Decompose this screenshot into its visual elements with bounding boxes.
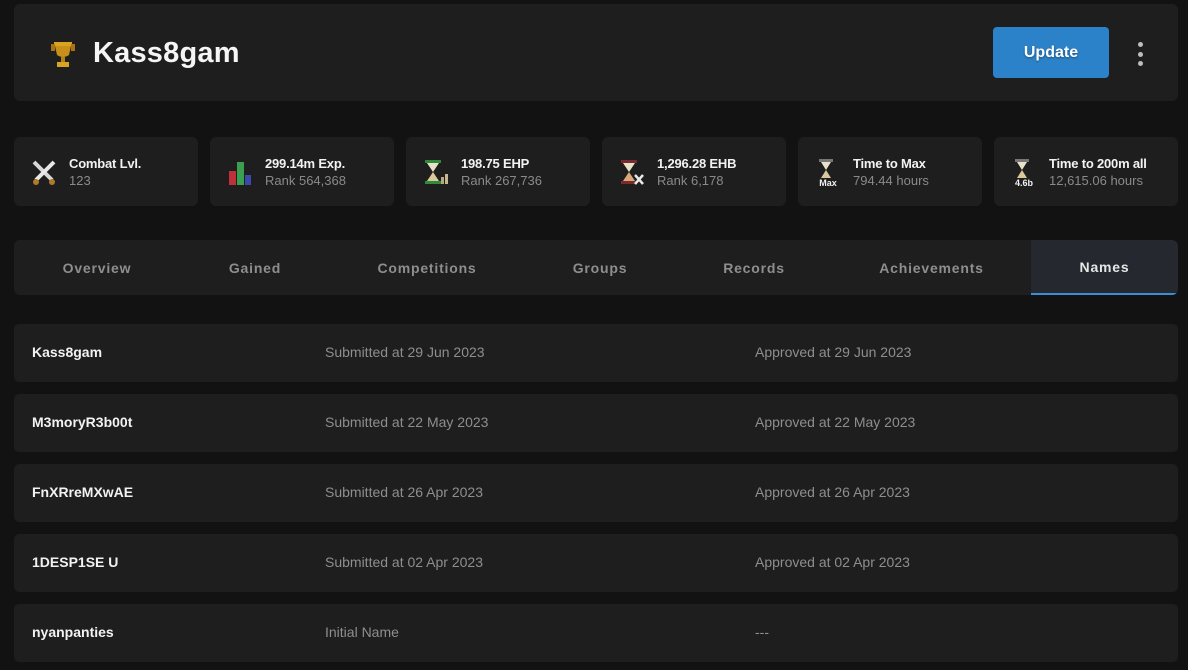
trophy-icon [51,42,75,67]
username: nyanpanties [32,624,114,640]
kebab-menu-icon[interactable] [1130,42,1150,66]
player-name: Kass8gam [93,37,240,69]
list-item: Kass8gam Submitted at 29 Jun 2023 Approv… [14,324,1178,382]
stat-ehp: 198.75 EHP Rank 267,736 [406,137,590,206]
username: Kass8gam [32,344,103,360]
tab-competitions[interactable]: Competitions [330,240,524,295]
update-button[interactable]: Update [993,27,1109,78]
username: FnXRreMXwAE [32,484,134,500]
hourglass-max-icon: Max [819,159,837,187]
stat-time-to-200m: 4.6b Time to 200m all 12,615.06 hours [994,137,1178,206]
submitted-date: Submitted at 22 May 2023 [325,414,489,430]
name-changes-list: Kass8gam Submitted at 29 Jun 2023 Approv… [14,324,1178,670]
submitted-date: Submitted at 29 Jun 2023 [325,344,485,360]
stat-label: 299.14m Exp. [265,156,345,171]
tab-records[interactable]: Records [676,240,832,295]
stat-value: 123 [69,173,91,188]
submitted-date: Initial Name [325,624,399,640]
approved-date: --- [755,624,769,640]
approved-date: Approved at 02 Apr 2023 [755,554,910,570]
stat-ehb: 1,296.28 EHB Rank 6,178 [602,137,786,206]
stat-value: Rank 564,368 [265,173,346,188]
approved-date: Approved at 22 May 2023 [755,414,916,430]
tab-groups[interactable]: Groups [524,240,676,295]
stat-label: Combat Lvl. [69,156,142,171]
tab-gained[interactable]: Gained [180,240,330,295]
player-header: Kass8gam Update [14,4,1178,101]
stat-value: Rank 267,736 [461,173,542,188]
stat-combat-level: Combat Lvl. 123 [14,137,198,206]
stat-label: 1,296.28 EHB [657,156,737,171]
crossed-swords-icon [32,160,56,185]
hourglass-200m-icon: 4.6b [1015,159,1034,187]
tab-names[interactable]: Names [1031,240,1178,295]
username: M3moryR3b00t [32,414,133,430]
approved-date: Approved at 29 Jun 2023 [755,344,912,360]
stat-time-to-max: Max Time to Max 794.44 hours [798,137,982,206]
submitted-date: Submitted at 02 Apr 2023 [325,554,483,570]
stat-value: Rank 6,178 [657,173,724,188]
stat-label: Time to 200m all [1049,156,1147,171]
list-item: nyanpanties Initial Name --- [14,604,1178,662]
list-item: FnXRreMXwAE Submitted at 26 Apr 2023 App… [14,464,1178,522]
stat-experience: 299.14m Exp. Rank 564,368 [210,137,394,206]
stat-label: 198.75 EHP [461,156,530,171]
submitted-date: Submitted at 26 Apr 2023 [325,484,483,500]
list-item: M3moryR3b00t Submitted at 22 May 2023 Ap… [14,394,1178,452]
svg-text:4.6b: 4.6b [1015,178,1034,187]
username: 1DESP1SE U [32,554,119,570]
stat-label: Time to Max [853,156,926,171]
approved-date: Approved at 26 Apr 2023 [755,484,910,500]
tab-overview[interactable]: Overview [14,240,180,295]
stats-bar: Combat Lvl. 123 299.14m Exp. Rank 564,36… [14,137,1178,206]
hourglass-ehb-icon [621,160,644,185]
stat-value: 12,615.06 hours [1049,173,1143,188]
hourglass-ehp-icon [425,160,448,184]
stat-value: 794.44 hours [853,173,929,188]
list-item: 1DESP1SE U Submitted at 02 Apr 2023 Appr… [14,534,1178,592]
bar-chart-icon [229,162,251,185]
tab-achievements[interactable]: Achievements [832,240,1031,295]
svg-text:Max: Max [819,178,837,187]
profile-tabs: Overview Gained Competitions Groups Reco… [14,240,1178,295]
